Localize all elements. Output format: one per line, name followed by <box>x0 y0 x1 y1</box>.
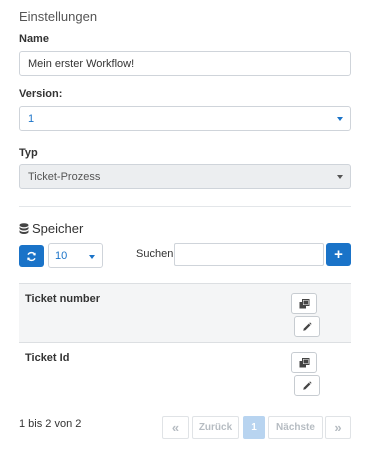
pagination-first-button[interactable]: « <box>162 416 189 439</box>
pencil-icon <box>303 380 312 390</box>
search-label: Suchen <box>136 248 174 260</box>
table-row: Ticket number <box>19 283 351 342</box>
chevron-down-icon <box>337 175 343 179</box>
page-size-value: 10 <box>55 249 68 262</box>
database-icon <box>19 222 29 234</box>
name-input[interactable]: Mein erster Workflow! <box>19 51 351 76</box>
version-select-value: 1 <box>28 112 35 125</box>
chevron-down-icon <box>89 255 95 259</box>
page-size-select[interactable]: 10 <box>48 243 103 268</box>
refresh-button[interactable] <box>19 245 44 267</box>
storage-header: Speicher <box>19 221 83 236</box>
storage-title: Speicher <box>32 221 84 236</box>
edit-button[interactable] <box>294 316 320 337</box>
copy-button[interactable] <box>291 293 317 314</box>
pagination-next-label: Nächste <box>276 422 315 433</box>
search-input[interactable] <box>174 243 324 266</box>
pencil-icon <box>303 321 312 331</box>
page-title: Einstellungen <box>19 9 98 24</box>
double-chevron-left-icon: « <box>171 420 180 435</box>
chevron-down-icon <box>337 117 343 121</box>
typ-select: Ticket-Prozess <box>19 164 351 189</box>
name-label: Name <box>19 33 49 45</box>
copy-icon <box>299 357 309 367</box>
pagination-prev-button[interactable]: Zurück <box>192 416 239 439</box>
copy-button[interactable] <box>291 352 317 373</box>
pagination-info: 1 bis 2 von 2 <box>19 418 82 430</box>
pagination-page-button[interactable]: 1 <box>243 416 265 439</box>
typ-select-value: Ticket-Prozess <box>28 170 101 183</box>
typ-label: Typ <box>19 147 38 159</box>
pagination-last-button[interactable]: » <box>325 416 351 439</box>
pagination-prev-label: Zurück <box>198 422 233 433</box>
plus-icon: + <box>334 246 343 263</box>
copy-icon <box>299 298 309 308</box>
version-select[interactable]: 1 <box>19 106 351 131</box>
edit-button[interactable] <box>294 375 320 396</box>
pagination-page-label: 1 <box>251 422 257 433</box>
version-label: Version: <box>19 88 63 100</box>
refresh-icon <box>27 251 36 261</box>
row-label: Ticket Id <box>25 352 70 364</box>
row-label: Ticket number <box>25 293 100 305</box>
pagination-next-button[interactable]: Nächste <box>268 416 323 439</box>
name-input-value: Mein erster Workflow! <box>28 57 135 70</box>
add-button[interactable]: + <box>326 243 351 266</box>
double-chevron-right-icon: » <box>334 420 342 435</box>
storage-table: Ticket number Ticket Id <box>19 283 351 401</box>
section-divider <box>19 206 351 207</box>
table-row: Ticket Id <box>19 342 351 401</box>
